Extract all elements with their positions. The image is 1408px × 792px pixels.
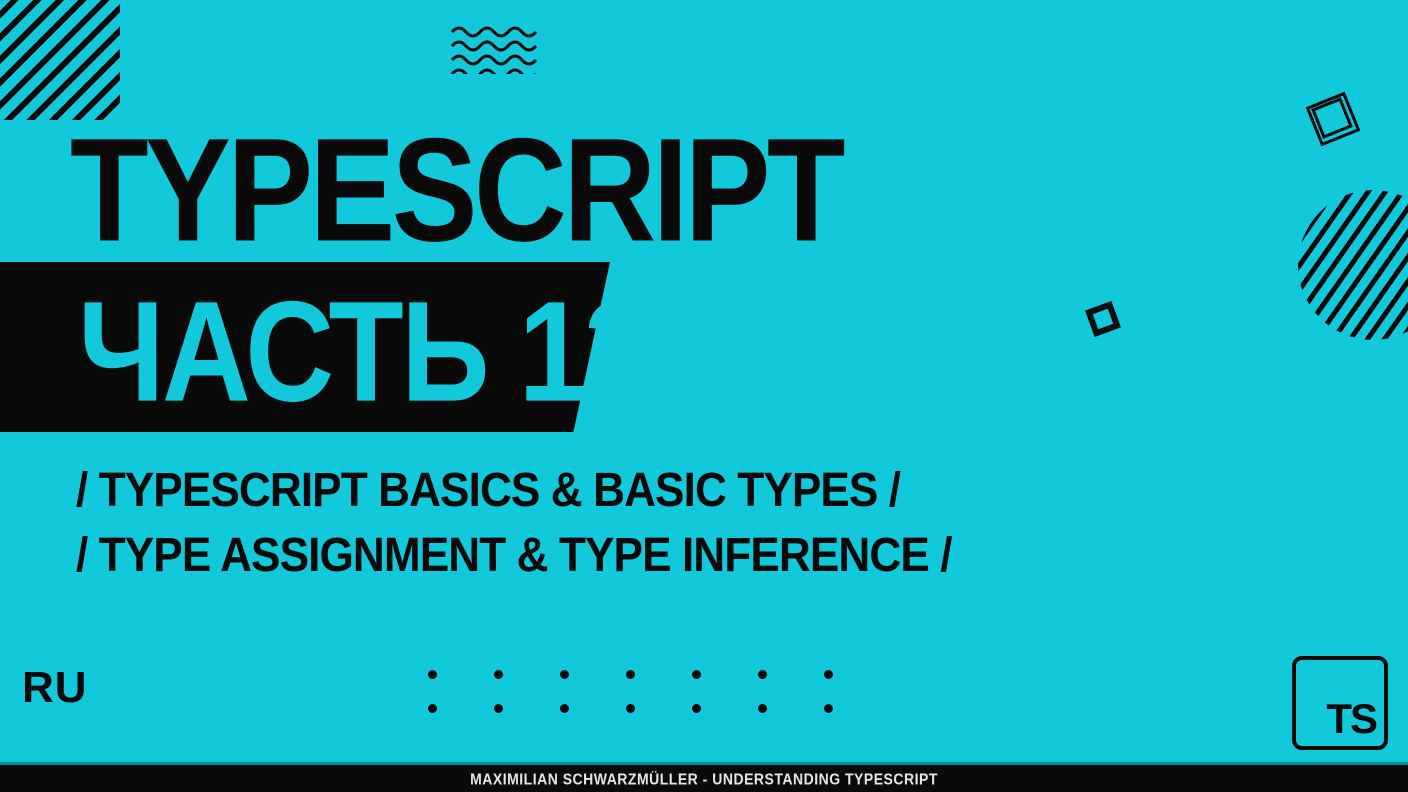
typescript-logo-icon: TS xyxy=(1292,656,1388,750)
footer-text: MAXIMILIAN SCHWARZMÜLLER - UNDERSTANDING… xyxy=(470,770,938,788)
main-title: TYPESCRIPT xyxy=(70,105,842,275)
title-slide: TYPESCRIPT ЧАСТЬ 13 / TYPESCRIPT BASICS … xyxy=(0,0,1408,792)
part-text: ЧАСТЬ 13 xyxy=(78,269,650,434)
subtitle-line-2: / TYPE ASSIGNMENT & TYPE INFERENCE / xyxy=(76,528,952,583)
subtitle-line-1: / TYPESCRIPT BASICS & BASIC TYPES / xyxy=(76,463,900,518)
footer-bar: MAXIMILIAN SCHWARZMÜLLER - UNDERSTANDING… xyxy=(0,762,1408,792)
diagonal-stripes-decoration xyxy=(0,0,120,120)
dot-grid-decoration xyxy=(428,670,834,714)
typescript-logo-text: TS xyxy=(1326,698,1376,740)
part-banner: ЧАСТЬ 13 xyxy=(0,262,610,432)
waves-decoration-icon xyxy=(450,24,540,74)
striped-circle-decoration xyxy=(1298,190,1408,340)
language-label: RU xyxy=(22,663,88,713)
